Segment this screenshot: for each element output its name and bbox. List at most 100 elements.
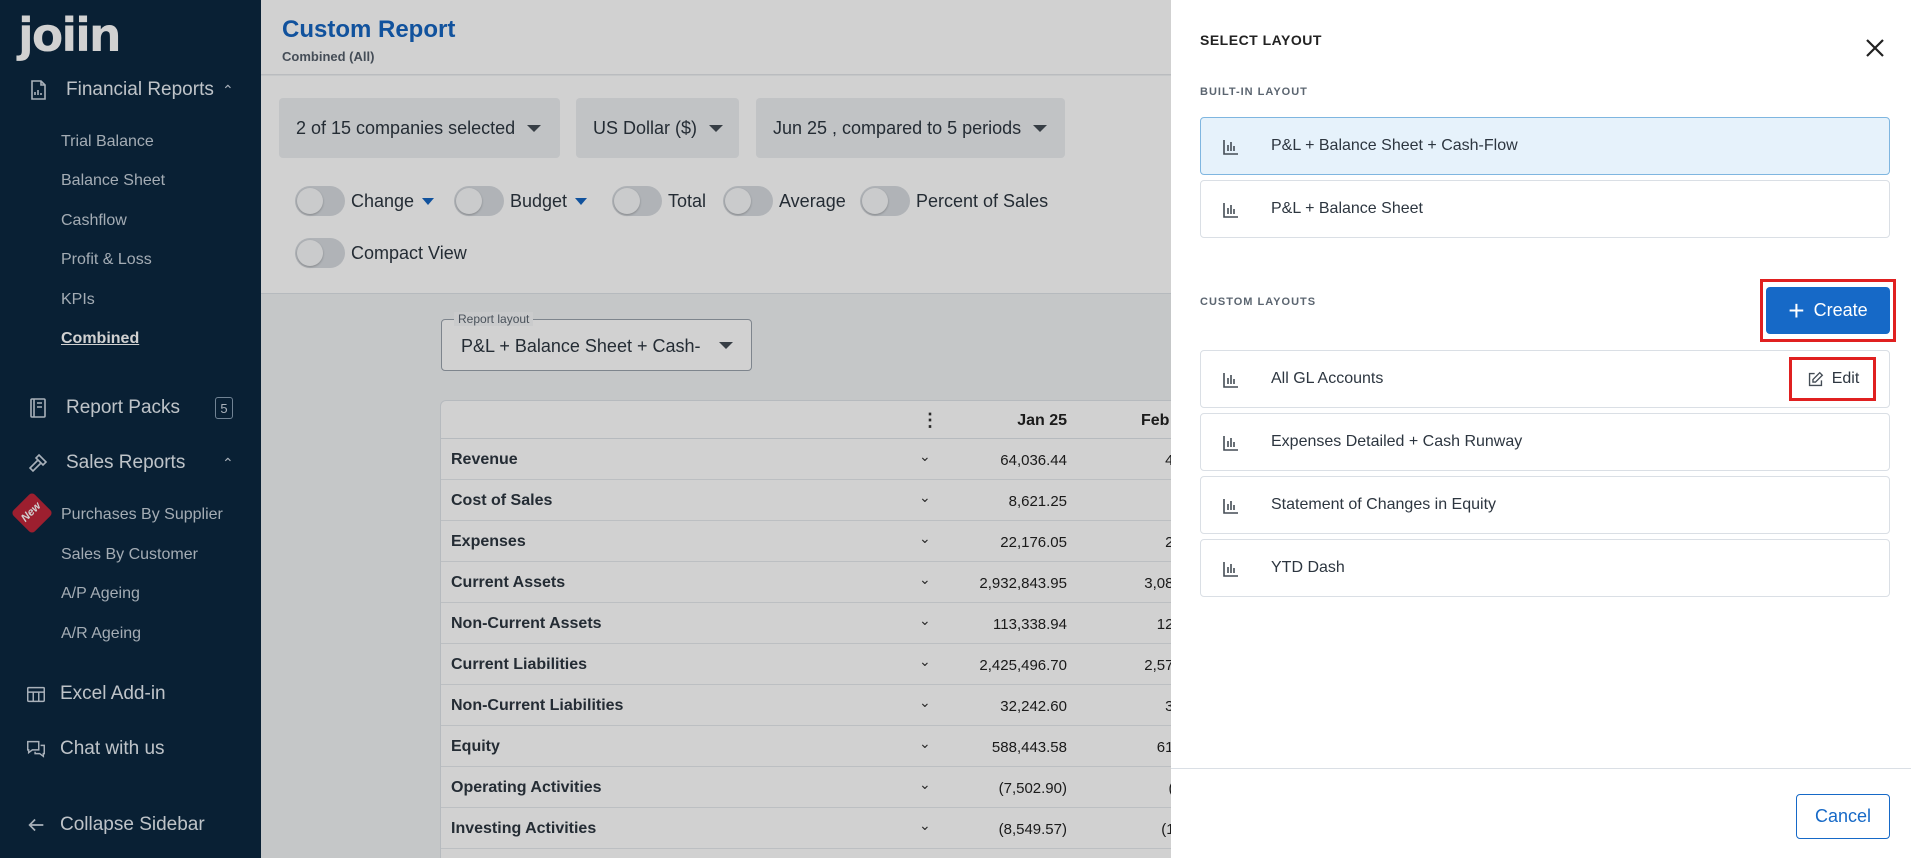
bar-chart-icon: [1223, 373, 1238, 388]
period-dropdown-label: Jun 25 , compared to 5 periods: [773, 117, 1022, 138]
create-layout-button[interactable]: + Create: [1766, 287, 1890, 334]
average-toggle-label: Average: [779, 190, 846, 211]
cell-value: (8,549.57): [998, 821, 1067, 838]
change-toggle[interactable]: Change: [295, 186, 435, 216]
sidebar-item-kpis[interactable]: KPIs: [61, 291, 95, 309]
caret-down-icon[interactable]: [422, 197, 435, 205]
cell-value: 2,570,346: [1144, 657, 1171, 674]
chevron-down-icon[interactable]: ⌄: [919, 530, 931, 547]
cell-value: 113,338.94: [993, 616, 1067, 633]
chevron-down-icon[interactable]: ⌄: [919, 694, 931, 711]
row-label: Current Liabilities: [451, 656, 588, 673]
chevron-down-icon[interactable]: ⌄: [919, 571, 931, 588]
sidebar-item-purchases-by-supplier[interactable]: Purchases By Supplier: [61, 506, 223, 524]
companies-dropdown[interactable]: 2 of 15 companies selected: [279, 98, 560, 158]
table-row[interactable]: Operating Activities ⌄ (7,502.90) (8,428: [441, 767, 1171, 808]
total-toggle-label: Total: [668, 190, 707, 211]
row-label: Cost of Sales: [451, 492, 553, 509]
sidebar-section-sales-reports[interactable]: Sales Reports ⌃: [0, 443, 261, 483]
layout-label: YTD Dash: [1271, 559, 1345, 576]
period-dropdown[interactable]: Jun 25 , compared to 5 periods: [756, 98, 1065, 158]
budget-toggle-label: Budget: [510, 190, 568, 211]
sidebar-excel-addin[interactable]: Excel Add-in: [0, 674, 261, 714]
chevron-down-icon[interactable]: ⌄: [919, 776, 931, 793]
table-row[interactable]: Cost of Sales ⌄ 8,621.25 8,641: [441, 480, 1171, 521]
table-row[interactable]: Revenue ⌄ 64,036.44 44,203: [441, 439, 1171, 480]
change-toggle-label: Change: [351, 190, 415, 211]
sidebar-item-ap-ageing[interactable]: A/P Ageing: [61, 585, 140, 603]
edit-button-label: Edit: [1831, 370, 1860, 387]
sidebar-item-profit-loss[interactable]: Profit & Loss: [61, 251, 152, 269]
table-row[interactable]: Investing Activities ⌄ (8,549.57) (11,215: [441, 808, 1171, 849]
toggle-switch[interactable]: [454, 186, 504, 216]
report-layout-legend: Report layout: [454, 312, 534, 326]
sidebar-item-sales-by-customer[interactable]: Sales By Customer: [61, 546, 198, 564]
sidebar-section-report-packs[interactable]: Report Packs 5: [0, 388, 261, 428]
close-icon[interactable]: [1863, 36, 1887, 60]
create-button-label: Create: [1813, 300, 1868, 320]
kebab-menu-icon[interactable]: ⋮: [921, 410, 939, 431]
chevron-down-icon[interactable]: ⌄: [919, 489, 931, 506]
custom-layout-item[interactable]: YTD Dash: [1200, 539, 1890, 597]
edit-layout-button[interactable]: Edit: [1796, 363, 1870, 395]
table-row[interactable]: Non-Current Assets ⌄ 113,338.94 124,554: [441, 603, 1171, 644]
percent-of-sales-toggle[interactable]: Percent of Sales: [860, 186, 1048, 216]
chevron-down-icon[interactable]: ⌄: [919, 448, 931, 465]
cell-value: (11,215: [1161, 821, 1171, 838]
sidebar-collapse[interactable]: Collapse Sidebar: [0, 805, 261, 845]
joiin-logo[interactable]: joiin: [18, 10, 122, 60]
compact-view-toggle[interactable]: Compact View: [295, 238, 467, 268]
average-toggle[interactable]: Average: [723, 186, 846, 216]
chevron-down-icon[interactable]: ⌄: [919, 612, 931, 629]
table-row[interactable]: Non-Current Liabilities ⌄ 32,242.60 32,689: [441, 685, 1171, 726]
report-layout-select[interactable]: Report layout P&L + Balance Sheet + Cash…: [441, 312, 752, 371]
table-row[interactable]: Current Assets ⌄ 2,932,843.95 3,088,514: [441, 562, 1171, 603]
builtin-layout-item[interactable]: P&L + Balance Sheet: [1200, 180, 1890, 238]
sidebar-item-combined[interactable]: Combined: [61, 330, 139, 348]
layout-label: Statement of Changes in Equity: [1271, 496, 1497, 513]
bar-chart-icon: [1223, 140, 1238, 155]
caret-down-icon[interactable]: [575, 197, 588, 205]
sidebar-item-trial-balance[interactable]: Trial Balance: [61, 133, 154, 151]
total-toggle[interactable]: Total: [612, 186, 706, 216]
custom-layout-item[interactable]: All GL Accounts: [1200, 350, 1890, 408]
filter-bar: 2 of 15 companies selected US Dollar ($)…: [261, 76, 1171, 294]
budget-toggle[interactable]: Budget: [454, 186, 588, 216]
sidebar-item-balance-sheet[interactable]: Balance Sheet: [61, 172, 165, 190]
currency-dropdown[interactable]: US Dollar ($): [576, 98, 739, 158]
toggle-switch[interactable]: [723, 186, 773, 216]
select-layout-panel: SELECT LAYOUT BUILT-IN LAYOUT P&L + Bala…: [1171, 0, 1911, 858]
chat-icon: [27, 740, 45, 758]
sidebar-chat[interactable]: Chat with us: [0, 729, 261, 769]
row-label: Equity: [451, 738, 500, 755]
table-row[interactable]: Equity ⌄ 588,443.58 610,033: [441, 726, 1171, 767]
chevron-down-icon[interactable]: ⌄: [919, 817, 931, 834]
sidebar-item-cashflow[interactable]: Cashflow: [61, 212, 127, 230]
cell-value: (8,428: [1105, 780, 1171, 797]
toggle-switch[interactable]: [295, 186, 345, 216]
sidebar-section-financial-reports[interactable]: Financial Reports ⌃: [0, 70, 261, 110]
layout-label: Expenses Detailed + Cash Runway: [1271, 433, 1523, 450]
toggle-switch[interactable]: [860, 186, 910, 216]
row-label: Expenses: [451, 533, 526, 550]
percent-of-sales-toggle-label: Percent of Sales: [916, 190, 1049, 211]
arrow-left-icon: [28, 818, 44, 832]
custom-layout-item[interactable]: Expenses Detailed + Cash Runway: [1200, 413, 1890, 471]
table-header: ⋮ Jan 25 Feb: [441, 401, 1171, 439]
cell-value: 124,554: [1156, 616, 1171, 633]
table-icon: [27, 686, 45, 703]
builtin-layout-item[interactable]: P&L + Balance Sheet + Cash-Flow: [1200, 117, 1890, 175]
toggle-switch[interactable]: [295, 238, 345, 268]
row-label: Investing Activities: [451, 820, 597, 837]
sidebar-item-ar-ageing[interactable]: A/R Ageing: [61, 625, 141, 643]
panel-title: SELECT LAYOUT: [1200, 32, 1322, 48]
cancel-button[interactable]: Cancel: [1796, 794, 1890, 839]
chevron-down-icon[interactable]: ⌄: [919, 735, 931, 752]
table-row[interactable]: Expenses ⌄ 22,176.05 22,226: [441, 521, 1171, 562]
chevron-down-icon[interactable]: ⌄: [919, 653, 931, 670]
toggle-switch[interactable]: [612, 186, 662, 216]
table-row[interactable]: Current Liabilities ⌄ 2,425,496.70 2,570,34…: [441, 644, 1171, 685]
custom-layout-item[interactable]: Statement of Changes in Equity: [1200, 476, 1890, 534]
main-content: Custom Report Combined (All) 2 of 15 com…: [261, 0, 1171, 858]
bar-chart-icon: [1223, 203, 1238, 218]
